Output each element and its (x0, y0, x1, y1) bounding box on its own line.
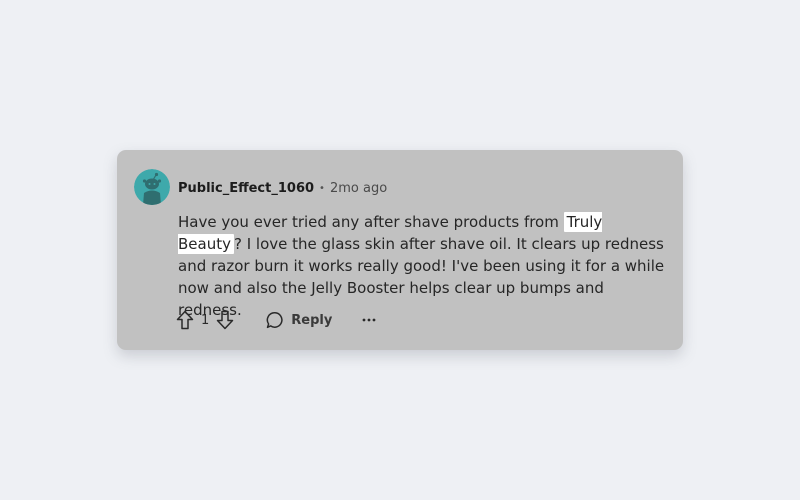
more-options-button[interactable] (362, 317, 376, 323)
comment-text-after: ? I love the glass skin after shave oil.… (178, 235, 665, 319)
comment-header: Public_Effect_1060 • 2mo ago (178, 180, 387, 196)
snoo-avatar-icon (134, 169, 170, 205)
comment-card: Public_Effect_1060 • 2mo ago Have you ev… (117, 150, 683, 350)
comment-body: Have you ever tried any after shave prod… (178, 211, 668, 321)
comment-actions: 1 Reply (176, 309, 376, 331)
downvote-button[interactable] (216, 310, 234, 330)
more-options-icon (362, 318, 376, 322)
upvote-arrow-icon (176, 310, 194, 330)
downvote-arrow-icon (217, 310, 234, 330)
upvote-button[interactable] (176, 310, 194, 330)
reply-button[interactable]: Reply (266, 311, 332, 329)
comment-timestamp[interactable]: 2mo ago (330, 181, 387, 196)
user-avatar[interactable] (134, 169, 170, 205)
comment-text-before: Have you ever tried any after shave prod… (178, 213, 564, 231)
reply-label: Reply (291, 312, 333, 328)
meta-separator: • (319, 182, 325, 194)
comment-bubble-icon (266, 312, 283, 329)
vote-count: 1 (201, 312, 210, 328)
username[interactable]: Public_Effect_1060 (178, 181, 314, 196)
